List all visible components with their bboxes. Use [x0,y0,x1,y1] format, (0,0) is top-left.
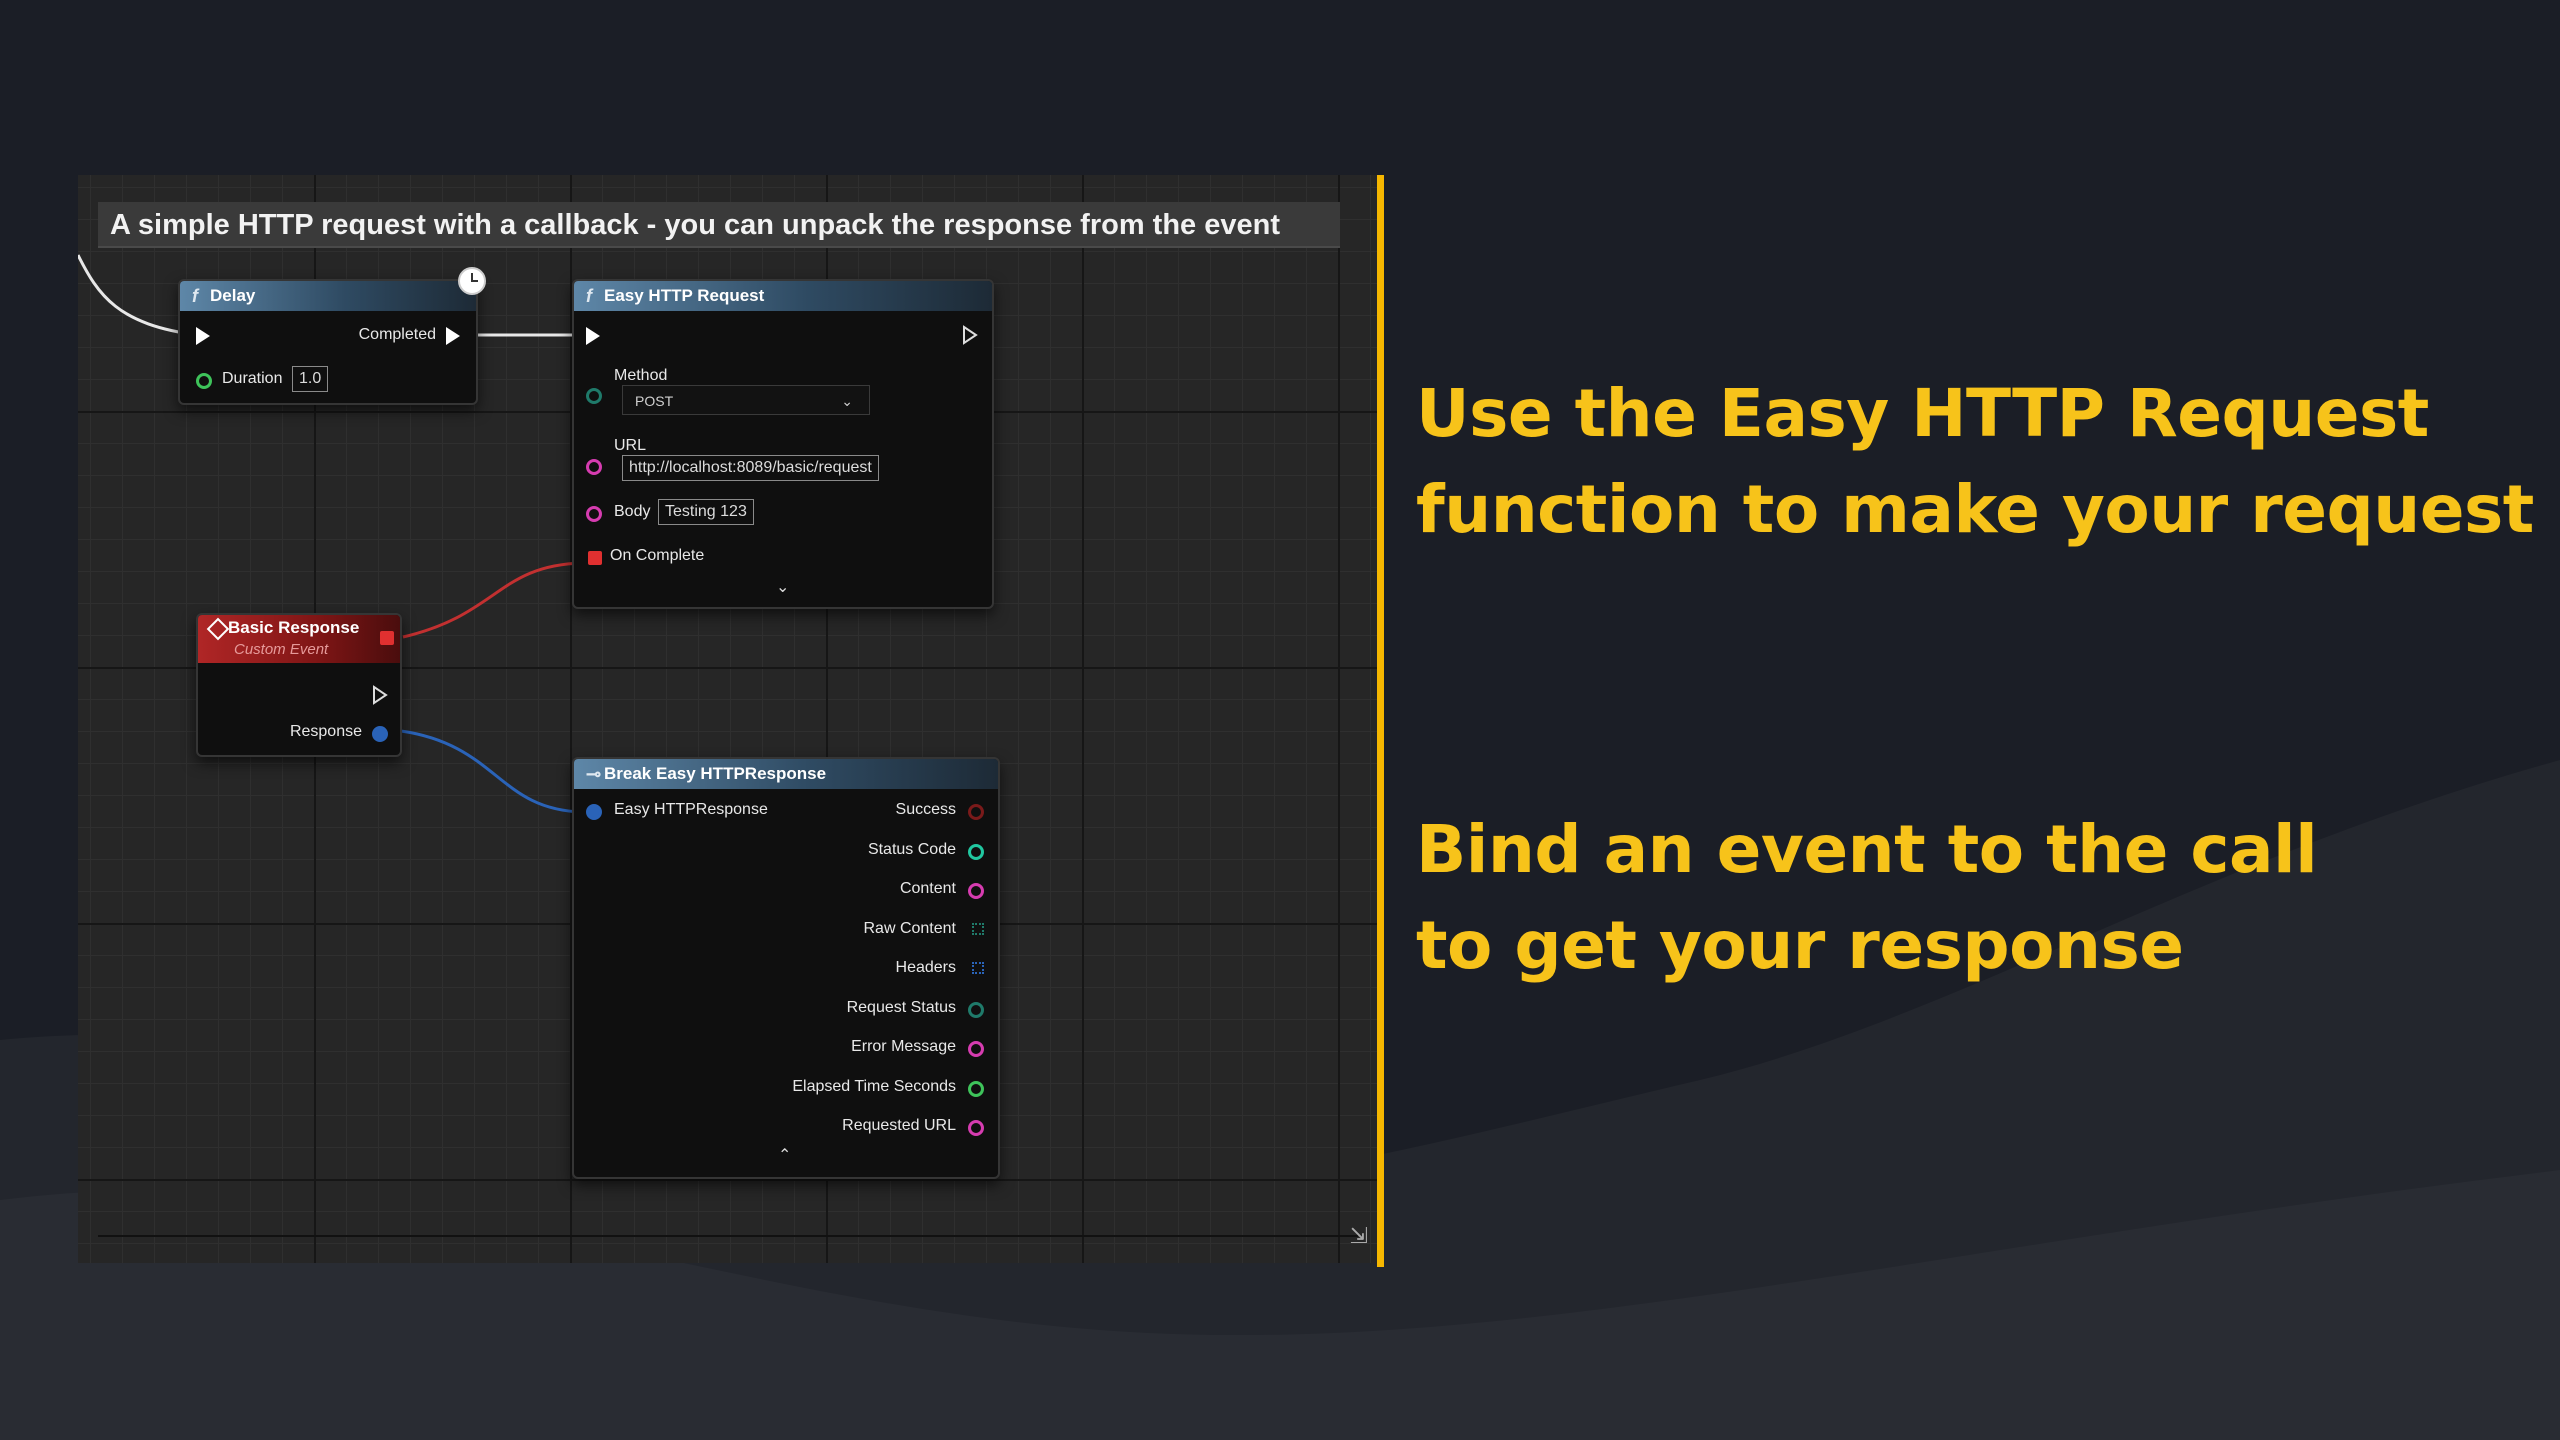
basic-response-subtitle: Custom Event [234,641,329,658]
exec-in-pin[interactable] [196,327,210,345]
output-requested-url-label: Requested URL [842,1117,956,1134]
easy-http-request-node[interactable]: f Easy HTTP Request Method POST ⌄ URL ht… [572,279,994,609]
basic-response-title: Basic Response [228,618,360,637]
content-pin[interactable] [968,883,984,899]
event-icon [206,617,230,641]
method-label: Method [614,367,668,384]
on-complete-delegate-pin[interactable] [588,551,602,565]
body-input[interactable]: Testing 123 [658,499,754,525]
easy-httpresponse-label: Easy HTTPResponse [614,801,768,818]
error-message-pin[interactable] [968,1041,984,1057]
accent-divider [1377,175,1384,1267]
caption-top-line-2: function to make your request [1416,471,2534,548]
caption-top: Use the Easy HTTP Request function to ma… [1416,366,2534,558]
delay-node-header[interactable]: f Delay [180,281,476,311]
collapse-chevron-icon[interactable]: ⌃ [778,1145,791,1165]
easy-http-request-title: Easy HTTP Request [604,286,765,305]
delay-title: Delay [210,286,256,305]
exec-out-pin[interactable] [372,685,388,705]
success-pin[interactable] [968,804,984,820]
break-struct-icon: ⊸ [586,764,602,784]
event-delegate-pin[interactable] [380,631,394,645]
delay-node[interactable]: f Delay Completed Duration 1.0 [178,279,478,405]
response-label: Response [289,723,362,740]
raw-content-array-pin[interactable] [972,923,984,935]
latent-clock-icon [458,267,486,295]
function-icon: f [192,286,198,306]
easy-httpresponse-input-pin[interactable] [586,804,602,820]
expand-chevron-icon[interactable]: ⌄ [776,577,789,597]
caption-top-line-1: Use the Easy HTTP Request [1416,375,2429,452]
caption-bottom-line-1: Bind an event to the call [1416,811,2318,888]
resize-grip-icon[interactable]: ⇲ [1350,1223,1368,1249]
blueprint-graph-panel[interactable]: A simple HTTP request with a callback - … [78,175,1378,1263]
on-complete-label: On Complete [610,547,705,564]
output-request-status-label: Request Status [846,999,956,1016]
method-dropdown[interactable]: POST ⌄ [622,385,870,415]
url-input[interactable]: http://localhost:8089/basic/request [622,455,879,481]
method-value: POST [635,393,674,409]
url-label: URL [614,437,647,454]
basic-response-header[interactable]: Basic Response Custom Event [198,615,400,663]
break-node-header[interactable]: ⊸ Break Easy HTTPResponse [574,759,998,789]
output-content-label: Content [899,880,956,897]
completed-label: Completed [358,326,436,343]
request-status-pin[interactable] [968,1002,984,1018]
output-success-label: Success [895,801,956,818]
comment-box[interactable]: A simple HTTP request with a callback - … [98,202,1340,248]
body-pin[interactable] [586,506,602,522]
response-pin[interactable] [372,726,388,742]
url-pin[interactable] [586,459,602,475]
method-pin[interactable] [586,388,602,404]
output-raw-content-label: Raw Content [863,920,957,937]
easy-http-request-header[interactable]: f Easy HTTP Request [574,281,992,311]
exec-out-pin[interactable] [962,325,978,345]
caption-bottom-line-2: to get your response [1416,907,2184,984]
output-status-code-label: Status Code [867,841,956,858]
duration-label: Duration [222,370,283,387]
status-code-pin[interactable] [968,844,984,860]
output-headers-label: Headers [895,959,956,976]
body-label: Body [614,503,651,520]
duration-input[interactable]: 1.0 [292,366,329,392]
exec-in-pin[interactable] [586,327,600,345]
requested-url-pin[interactable] [968,1120,984,1136]
headers-map-pin[interactable] [972,962,984,974]
output-error-message-label: Error Message [851,1038,956,1055]
elapsed-time-pin[interactable] [968,1081,984,1097]
basic-response-event-node[interactable]: Basic Response Custom Event Response [196,613,402,757]
chevron-down-icon: ⌄ [841,393,853,409]
function-icon: f [586,286,592,306]
output-elapsed-time-label: Elapsed Time Seconds [792,1078,956,1095]
duration-pin[interactable] [196,373,212,389]
caption-bottom: Bind an event to the call to get your re… [1416,802,2318,994]
break-easy-httpresponse-node[interactable]: ⊸ Break Easy HTTPResponse Easy HTTPRespo… [572,757,1000,1179]
completed-exec-pin[interactable] [446,327,460,345]
break-node-title: Break Easy HTTPResponse [604,764,827,783]
panel-divider [98,1235,1358,1237]
